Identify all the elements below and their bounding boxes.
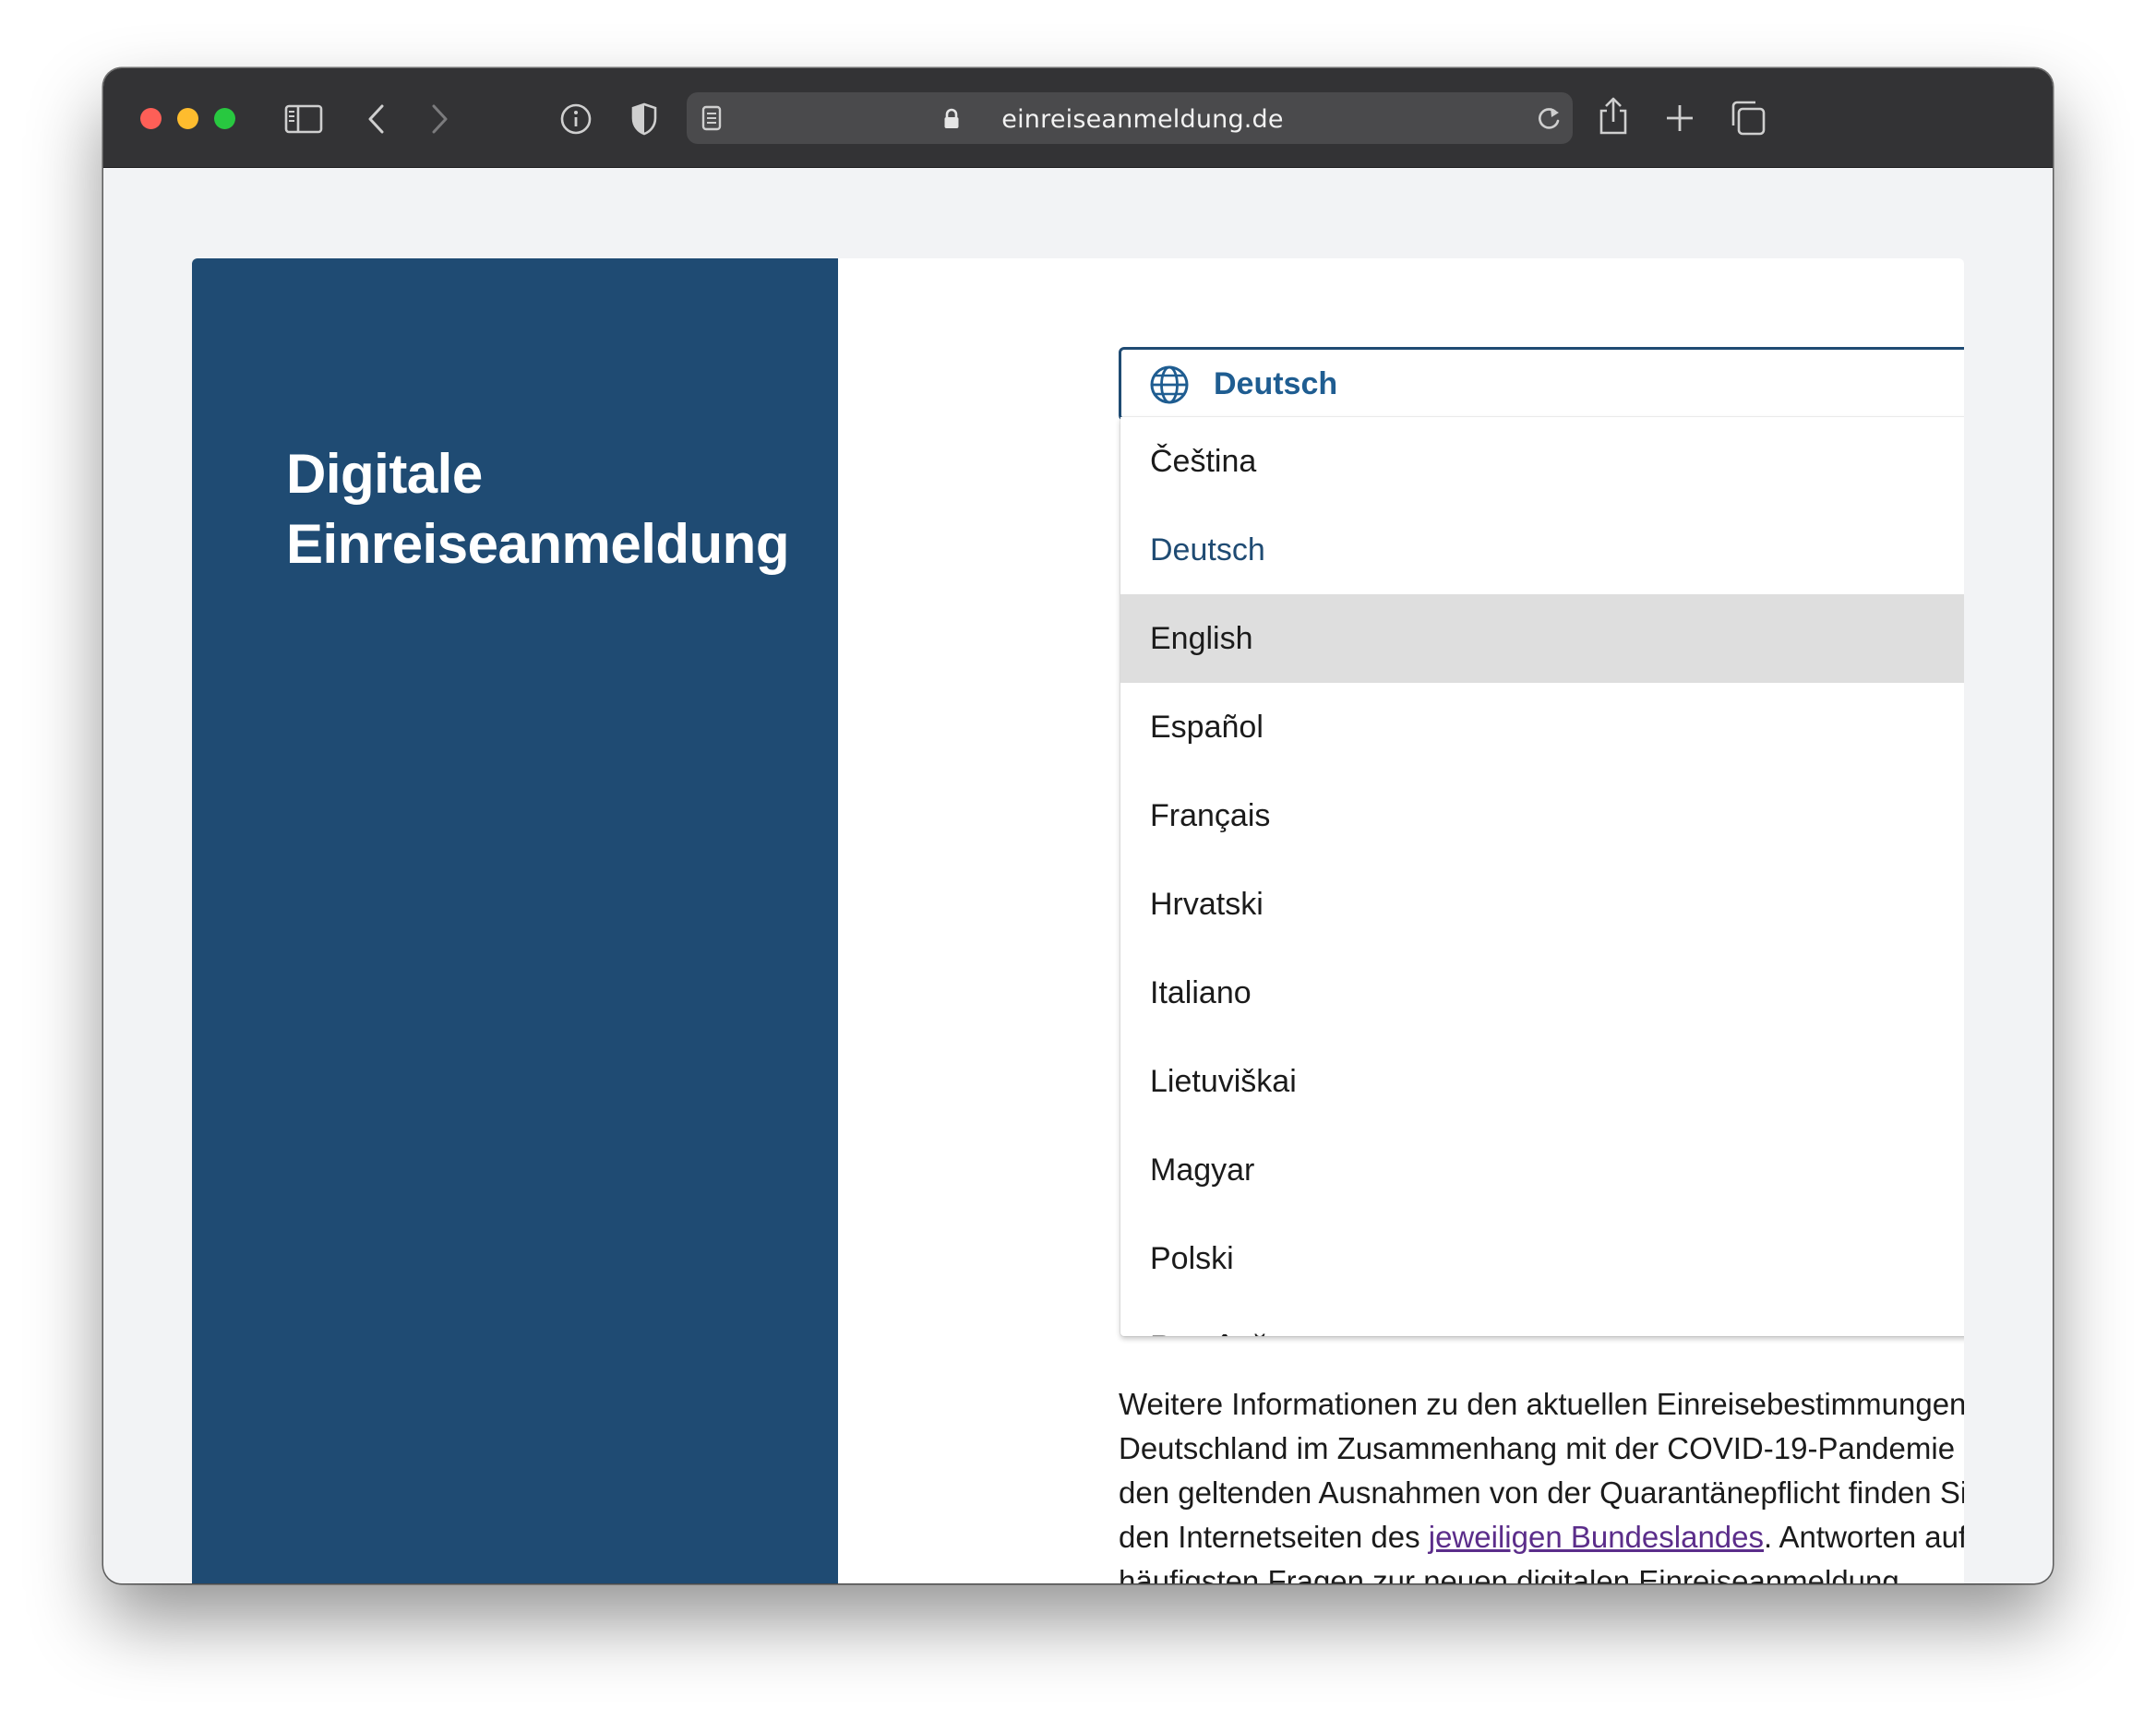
- language-option[interactable]: Español: [1120, 683, 1964, 771]
- minimize-light[interactable]: [177, 108, 198, 129]
- language-option[interactable]: Italiano: [1120, 949, 1964, 1037]
- reload-icon[interactable]: [1536, 105, 1562, 133]
- info-icon[interactable]: [559, 102, 593, 136]
- close-light[interactable]: [140, 108, 162, 129]
- language-option[interactable]: Polski: [1120, 1214, 1964, 1303]
- language-option[interactable]: Lietuviškai: [1120, 1037, 1964, 1126]
- url-text: einreiseanmeldung.de: [1001, 105, 1284, 134]
- language-option-hovered[interactable]: English: [1120, 594, 1964, 683]
- language-option[interactable]: Français: [1120, 771, 1964, 860]
- tabs-overview-icon[interactable]: [1730, 100, 1767, 137]
- info-paragraph: Weitere Informationen zu den aktuellen E…: [1119, 1382, 1964, 1583]
- forward-icon[interactable]: [428, 102, 450, 136]
- address-bar[interactable]: einreiseanmeldung.de: [687, 92, 1573, 144]
- back-icon[interactable]: [365, 102, 388, 136]
- language-option[interactable]: Magyar: [1120, 1126, 1964, 1214]
- language-dropdown: Čeština Deutsch English Español Français…: [1120, 417, 1964, 1336]
- language-option[interactable]: Română: [1120, 1303, 1964, 1336]
- shield-icon[interactable]: [629, 102, 659, 137]
- language-option[interactable]: Hrvatski: [1120, 860, 1964, 949]
- language-select[interactable]: Deutsch: [1119, 347, 1964, 421]
- side-panel: Digitale Einreiseanmeldung: [192, 258, 838, 1583]
- browser-toolbar: einreiseanmeldung.de: [103, 68, 2053, 168]
- sidebar-icon[interactable]: [284, 104, 323, 134]
- new-tab-icon[interactable]: [1665, 103, 1695, 133]
- main-card: Digitale Einreiseanmeldung Deutsch Češti…: [192, 258, 1964, 1583]
- language-select-value: Deutsch: [1214, 366, 1338, 401]
- browser-window: einreiseanmeldung.de Digitale Einreisean…: [103, 68, 2053, 1583]
- bundesland-link[interactable]: jeweiligen Bundeslandes: [1429, 1520, 1764, 1554]
- language-option-selected[interactable]: Deutsch: [1120, 506, 1964, 594]
- zoom-light[interactable]: [214, 108, 235, 129]
- language-option[interactable]: Čeština: [1120, 417, 1964, 506]
- share-icon[interactable]: [1597, 96, 1630, 137]
- page-title: Digitale Einreiseanmeldung: [286, 443, 789, 575]
- lock-icon: [944, 108, 959, 128]
- globe-icon: [1150, 365, 1189, 404]
- page-viewport: Digitale Einreiseanmeldung Deutsch Češti…: [103, 168, 2053, 1583]
